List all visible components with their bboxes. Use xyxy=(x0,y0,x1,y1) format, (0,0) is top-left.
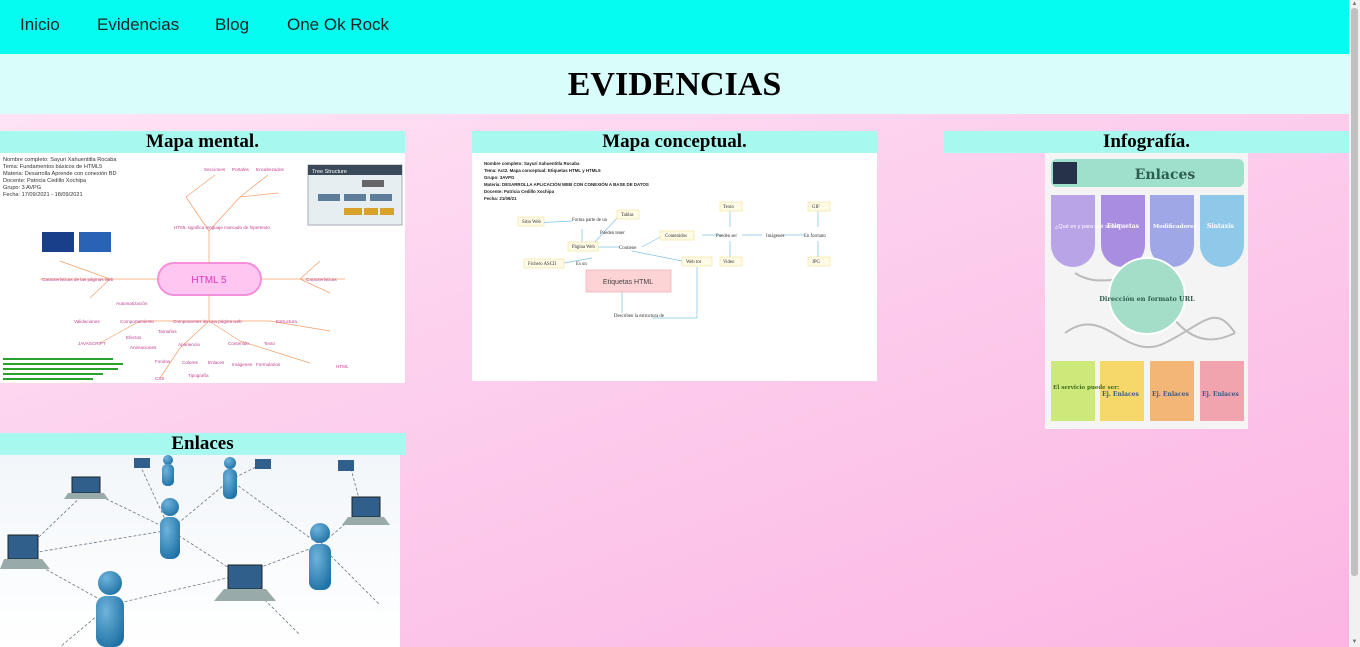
node-html-significa: HTML significa lenguaje marcado de hiper… xyxy=(174,225,271,230)
concept-node-gif: GIF xyxy=(812,205,820,210)
nav-link-evidencias[interactable]: Evidencias xyxy=(97,15,179,35)
node-contenido: Contenido xyxy=(228,341,249,346)
mind-map-heading-2: Materia: Desarrolla Aprende con conexión… xyxy=(3,171,117,177)
node-comportamiento: Comportamiento xyxy=(120,319,154,324)
infographic-drawing: Enlaces ¿Qué es y para qué sirve? Etique… xyxy=(1045,153,1248,429)
node-html: HTML xyxy=(336,364,349,369)
concept-node-tablas: Tablas xyxy=(621,213,634,218)
mind-map-drawing: Nombre completo: Sayuri Xahuentitla Roca… xyxy=(0,153,405,383)
nav-link-inicio[interactable]: Inicio xyxy=(20,15,60,35)
concept-heading-5: Fecha: 21/09/21 xyxy=(484,196,517,201)
node-encabezados: Encabezados xyxy=(256,167,285,172)
concept-heading-1: Tema: Act2. Mapa conceptual: Etiquetas H… xyxy=(484,168,601,173)
node-tamanos: Tamaños xyxy=(158,329,177,334)
concept-heading-0: Nombre completo: Sayuri Xahuentitla Roca… xyxy=(484,161,580,166)
node-enlaces: Enlaces xyxy=(208,360,225,365)
page-header: EVIDENCIAS xyxy=(0,54,1349,114)
concept-node-pueden-ser: Pueden ser xyxy=(716,234,737,239)
infographic-bottom-3: Ej. Enlaces xyxy=(1202,391,1239,398)
network-people-image[interactable] xyxy=(0,455,400,647)
node-fondos: Fondos xyxy=(155,359,171,364)
mind-map-center-label: HTML 5 xyxy=(191,275,227,286)
infographic-bubble: Dirección en formato URL xyxy=(1099,295,1195,303)
concept-node-texto: Texto xyxy=(723,205,734,210)
node-tipografia: Tipografía xyxy=(188,373,209,378)
scroll-down-arrow-icon[interactable]: ▼ xyxy=(1351,639,1358,645)
concept-map-image[interactable]: Nombre completo: Sayuri Xahuentitla Roca… xyxy=(472,153,877,381)
mind-map-heading-3: Docente: Patricia Cedillo Xochipa xyxy=(3,178,87,184)
node-imagenes: Imágenes xyxy=(232,362,253,367)
node-estructura: Estructura xyxy=(276,319,297,324)
nav-link-one-ok-rock[interactable]: One Ok Rock xyxy=(287,15,389,35)
node-javascript: JAVASCRIPT xyxy=(78,341,106,346)
concept-node-en-formato: En formato xyxy=(804,234,826,239)
node-portales: Portales xyxy=(232,167,250,172)
concept-node-contenidos: Contenidos xyxy=(665,234,687,239)
concept-node-sitio-web: Sitio Web xyxy=(522,220,541,225)
concept-node-video: Video xyxy=(723,260,735,265)
node-automatizacion: Automatización xyxy=(116,301,148,306)
concept-node-pueden-tener: Pueden tener xyxy=(600,231,625,236)
concept-heading-2: Grupo: 3AVPG xyxy=(484,175,515,180)
top-navbar: Inicio Evidencias Blog One Ok Rock xyxy=(0,0,1349,54)
concept-map-center-label: Etiquetas HTML xyxy=(603,279,653,286)
concept-node-forma-parte: Forma parte de un xyxy=(572,218,608,223)
node-animaciones: Animaciones xyxy=(130,345,157,350)
infographic-image[interactable]: Enlaces ¿Qué es y para qué sirve? Etique… xyxy=(1045,153,1248,429)
card-title-mapa-mental: Mapa mental. xyxy=(0,131,405,153)
concept-node-imagenes: Imágenes xyxy=(766,234,785,239)
node-efectos: Efectos xyxy=(126,335,142,340)
concept-heading-3: Materia: DESARROLLA APLICACIÓN WEB CON C… xyxy=(484,182,649,187)
page-title: EVIDENCIAS xyxy=(567,66,782,103)
concept-node-fichero-ascii: Fichero ASCII xyxy=(528,262,557,267)
nav-link-blog[interactable]: Blog xyxy=(215,15,249,35)
node-caracteristicas-paginas: Características de las páginas web xyxy=(42,277,114,282)
infographic-card-etiquetas: Etiquetas xyxy=(1107,223,1140,230)
infographic-card-sintaxis: Sintaxis xyxy=(1207,223,1234,230)
scrollbar-thumb[interactable] xyxy=(1351,8,1358,576)
concept-node-web-tot: Web tot xyxy=(686,260,702,265)
mind-map-heading-4: Grupo: 3 AVPG xyxy=(3,185,41,191)
concept-heading-4: Docente: Patricia Cedillo Xochipa xyxy=(484,189,555,194)
infographic-card-modificadores: Modificadores xyxy=(1153,224,1197,230)
scroll-up-arrow-icon[interactable]: ▲ xyxy=(1351,1,1358,7)
node-colores: Colores xyxy=(182,360,199,365)
concept-map-drawing: Nombre completo: Sayuri Xahuentitla Roca… xyxy=(472,153,877,381)
concept-node-describen: Describen la estructura de xyxy=(614,314,664,319)
node-caracteristicas: Características xyxy=(306,277,337,282)
node-texto: Texto xyxy=(264,341,275,346)
card-title-infografia: Infografía. xyxy=(944,131,1349,153)
vertical-scrollbar[interactable]: ▲ ▼ xyxy=(1349,0,1360,647)
mind-map-heading-1: Tema: Fundamentos básicos de HTML5 xyxy=(3,164,102,170)
node-validaciones: Validaciones xyxy=(74,319,100,324)
card-title-enlaces: Enlaces xyxy=(0,433,405,455)
infographic-title: Enlaces xyxy=(1135,167,1196,183)
mind-map-heading-5: Fecha: 17/09/2021 - 18/09/2021 xyxy=(3,192,83,198)
concept-node-jpg: JPG xyxy=(812,260,821,265)
network-people-drawing xyxy=(0,455,400,647)
card-title-mapa-conceptual: Mapa conceptual. xyxy=(472,131,877,153)
mind-map-heading-0: Nombre completo: Sayuri Xahuentitla Roca… xyxy=(3,157,117,163)
node-css: CSS xyxy=(155,376,164,381)
node-apariencia: Apariencia xyxy=(178,342,200,347)
tree-structure-title: Tree Structure xyxy=(312,169,347,175)
node-componentes: Componentes de una página web xyxy=(173,319,242,324)
node-secciones: Secciones xyxy=(204,167,226,172)
infographic-bottom-2: Ej. Enlaces xyxy=(1152,391,1189,398)
infographic-bottom-1: Ej. Enlaces xyxy=(1102,391,1139,398)
mind-map-image[interactable]: Nombre completo: Sayuri Xahuentitla Roca… xyxy=(0,153,405,383)
node-formularios: Formularios xyxy=(256,362,281,367)
concept-node-pagina-web: Página Web xyxy=(572,245,595,250)
concept-node-contiene: Contiene xyxy=(619,246,636,251)
concept-node-es-un: Es un xyxy=(576,262,587,267)
